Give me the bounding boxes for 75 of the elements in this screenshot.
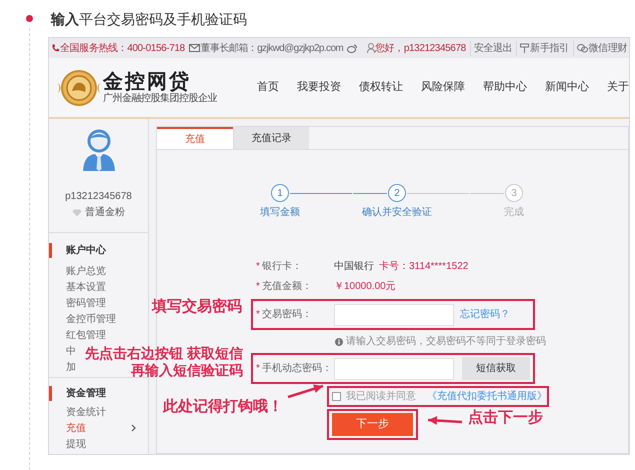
step-number: 3 bbox=[505, 184, 523, 202]
sidebar-item[interactable]: 提现 bbox=[66, 436, 86, 452]
tab[interactable]: 充值 bbox=[157, 127, 233, 149]
sidebar-item[interactable]: 金控币管理 bbox=[66, 311, 116, 327]
field-label: 银行卡： bbox=[262, 260, 303, 274]
nav-link[interactable]: 关于 bbox=[607, 79, 629, 96]
step-number: 2 bbox=[388, 184, 406, 202]
member-level: 普通金粉 bbox=[85, 206, 125, 220]
bank-name: 中国银行 bbox=[334, 260, 374, 274]
nav-link[interactable]: 帮助中心 bbox=[483, 79, 527, 96]
tutorial-heading: 输入平台交易密码及手机验证码 bbox=[51, 10, 247, 29]
top-bar-link[interactable]: 新手指引 bbox=[516, 40, 569, 56]
agreement-text: 我已阅读并同意 bbox=[346, 390, 416, 404]
annotation-arrow bbox=[428, 416, 462, 425]
required-mark: * bbox=[256, 308, 261, 322]
weibo-icon bbox=[347, 44, 358, 52]
diamond-icon bbox=[72, 208, 82, 216]
nav-link[interactable]: 风险保障 bbox=[421, 79, 465, 96]
user-avatar-icon bbox=[80, 129, 116, 171]
annotation-text: 点击下一步 bbox=[468, 410, 543, 426]
sidebar-item[interactable]: 资金统计 bbox=[66, 404, 106, 420]
tab[interactable]: 充值记录 bbox=[233, 127, 309, 149]
sidebar-item[interactable]: 账户总览 bbox=[66, 263, 106, 279]
nav-link[interactable]: 债权转让 bbox=[359, 79, 403, 96]
field-label: 交易密码： bbox=[262, 308, 313, 322]
trade-password-field[interactable] bbox=[334, 304, 454, 326]
step-label: 完成 bbox=[504, 206, 524, 220]
user-icon bbox=[367, 43, 376, 53]
next-step-button[interactable]: 下一步 bbox=[332, 413, 413, 436]
greeting-text: 您好，p13212345678 bbox=[375, 42, 466, 56]
chat-bubble-icon bbox=[576, 44, 588, 52]
sidebar-item[interactable]: 中 bbox=[66, 343, 76, 359]
mail-icon bbox=[188, 44, 200, 52]
sidebar-item[interactable]: 基本设置 bbox=[66, 279, 106, 295]
field-label: 充值金额： bbox=[262, 280, 313, 294]
logo-name: 金控网贷 bbox=[103, 72, 192, 92]
recharge-amount: ￥10000.00元 bbox=[334, 280, 396, 294]
required-mark: * bbox=[256, 362, 261, 376]
sidebar-section-title: 账户中心 bbox=[49, 243, 148, 258]
get-sms-button[interactable]: 短信获取 bbox=[462, 357, 530, 380]
nav-link[interactable]: 首页 bbox=[257, 79, 279, 96]
sidebar-item[interactable]: 红包管理 bbox=[66, 327, 106, 343]
top-bar-link[interactable]: 微信理财 bbox=[572, 40, 627, 56]
hotline-text: 全国服务热线：400-0156-718 bbox=[60, 42, 185, 56]
sidebar-item[interactable]: 加 bbox=[66, 359, 76, 375]
forgot-password-link[interactable]: 忘记密码？ bbox=[460, 307, 510, 322]
logo-tagline: 广州金融控股集团控股企业 bbox=[103, 94, 217, 104]
agreement-checkbox[interactable] bbox=[332, 392, 341, 401]
required-mark: * bbox=[256, 260, 261, 274]
required-mark: * bbox=[256, 280, 261, 294]
logo-emblem-icon bbox=[57, 68, 101, 106]
sidebar-item[interactable]: 充值 bbox=[66, 420, 136, 436]
chevron-right-icon bbox=[131, 424, 136, 432]
step-label: 填写金额 bbox=[260, 206, 300, 220]
email-text: 董事长邮箱：gzjkwd@gzjkp2p.com bbox=[200, 42, 344, 56]
step-label: 确认并安全验证 bbox=[362, 206, 432, 220]
annotation-text: 此处记得打钩哦！ bbox=[163, 399, 283, 415]
step-number: 1 bbox=[271, 184, 289, 202]
agreement-link[interactable]: 《充值代扣委托书通用版》 bbox=[427, 389, 547, 404]
annotation-text: 再输入短信验证码 bbox=[131, 362, 243, 378]
sidebar-section-title: 资金管理 bbox=[49, 386, 148, 401]
user-name: p13212345678 bbox=[65, 190, 132, 204]
phone-icon bbox=[51, 43, 60, 53]
top-bar-link[interactable]: 安全退出 bbox=[470, 40, 512, 56]
sms-code-field[interactable] bbox=[334, 358, 454, 380]
password-hint: 请输入交易密码，交易密码不等同于登录密码 bbox=[346, 334, 546, 349]
annotation-text: 先点击右边按钮 获取短信 bbox=[85, 345, 243, 361]
annotation-text: 填写交易密码 bbox=[152, 299, 242, 315]
field-label: 手机动态密码： bbox=[262, 362, 333, 376]
signpost-icon bbox=[520, 43, 530, 53]
nav-link[interactable]: 新闻中心 bbox=[545, 79, 589, 96]
card-number: 卡号：3114****1522 bbox=[379, 260, 468, 274]
sidebar-item[interactable]: 密码管理 bbox=[66, 295, 106, 311]
info-icon bbox=[335, 338, 343, 346]
nav-link[interactable]: 我要投资 bbox=[297, 79, 341, 96]
